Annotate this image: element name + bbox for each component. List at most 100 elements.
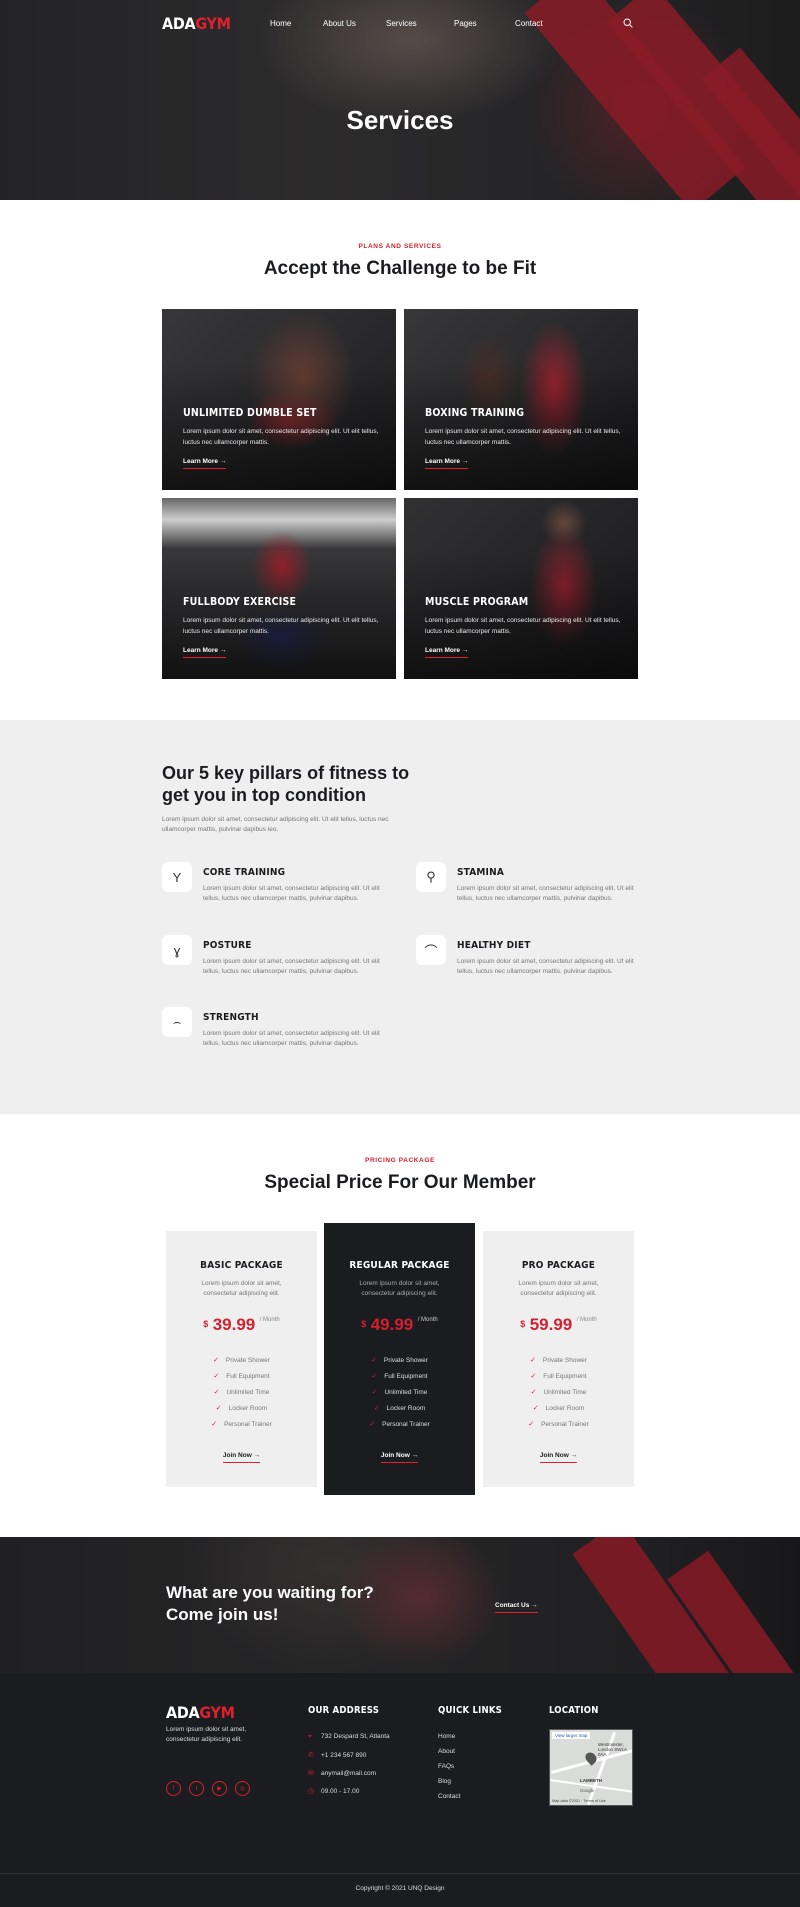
pricing-card-basic: BASIC PACKAGE Lorem ipsum dolor sit amet… (166, 1231, 317, 1487)
price-amount: 59.99 (529, 1315, 573, 1334)
nav-item-pages[interactable]: Pages (454, 19, 477, 28)
phone-line[interactable]: ✆ +1 234 567 890 (308, 1751, 366, 1759)
plan-feature: ✓ Full Equipment (166, 1372, 317, 1380)
footer-link-home[interactable]: Home (438, 1733, 455, 1740)
search-icon[interactable] (623, 18, 633, 28)
arrow-right-icon: → (219, 647, 227, 654)
plan-feature: ✓ Private Shower (324, 1356, 475, 1364)
nav-item-contact[interactable]: Contact (515, 19, 543, 28)
plan-desc: Lorem ipsum dolor sit amet, consectetur … (201, 1280, 282, 1297)
footer-logo[interactable]: ADAGYM (166, 1703, 235, 1722)
learn-more-link[interactable]: Learn More → (425, 647, 469, 658)
stamina-icon: ⚲ (416, 862, 446, 892)
map-area-label: LAMBETH (580, 1778, 602, 1783)
email-icon: ✉ (308, 1770, 314, 1777)
email-line[interactable]: ✉ anymail@mail.com (308, 1769, 376, 1777)
service-card[interactable]: UNLIMITED DUMBLE SET Lorem ipsum dolor s… (162, 309, 396, 490)
arrow-right-icon: → (570, 1452, 578, 1459)
service-card[interactable]: MUSCLE PROGRAM Lorem ipsum dolor sit ame… (404, 498, 638, 679)
price-currency: $ (203, 1319, 209, 1329)
plan-feature: ✓ Full Equipment (483, 1372, 634, 1380)
twitter-icon[interactable]: t (189, 1781, 204, 1796)
nav-item-about-us[interactable]: About Us (323, 19, 356, 28)
plan-feature: ✓ Unlimited Time (166, 1388, 317, 1396)
phone-text: +1 234 567 890 (321, 1752, 367, 1759)
contact-us-button[interactable]: Contact Us → (495, 1602, 538, 1613)
plan-name: PRO PACKAGE (521, 1260, 596, 1271)
hours-text: 09.00 - 17.00 (321, 1788, 360, 1795)
check-icon: ✓ (371, 1373, 378, 1380)
plan-feature: ✓ Personal Trainer (166, 1420, 317, 1428)
learn-more-link[interactable]: Learn More → (183, 458, 227, 469)
price-amount: 39.99 (212, 1315, 256, 1334)
join-now-button[interactable]: Join Now → (483, 1452, 634, 1463)
logo-ada: ADA (166, 1703, 200, 1722)
learn-more-link[interactable]: Learn More → (425, 458, 469, 469)
plan-feature: ✓ Full Equipment (324, 1372, 475, 1380)
check-icon: ✓ (371, 1389, 378, 1396)
pillar-desc: Lorem ipsum dolor sit amet, consectetur … (203, 958, 380, 975)
logo-gym: GYM (199, 1703, 235, 1722)
footer-link-about[interactable]: About (438, 1748, 455, 1755)
check-icon: ✓ (215, 1405, 222, 1412)
facebook-icon[interactable]: f (166, 1781, 181, 1796)
copyright: Copyright © 2021 UNQ Design (355, 1885, 445, 1892)
instagram-icon[interactable]: ◎ (235, 1781, 250, 1796)
plan-feature: ✓ Locker Room (324, 1404, 475, 1412)
address-text: 732 Despard St, Atlanta (321, 1733, 390, 1740)
service-card-desc: Lorem ipsum dolor sit amet, consectetur … (183, 428, 379, 446)
address-heading: OUR ADDRESS (308, 1705, 380, 1716)
service-card-title: FULLBODY EXERCISE (183, 596, 297, 608)
check-icon: ✓ (211, 1421, 218, 1428)
clock-icon: ◷ (308, 1788, 315, 1795)
plan-feature: ✓ Unlimited Time (483, 1388, 634, 1396)
feature-label: Unlimited Time (384, 1389, 428, 1396)
arrow-right-icon: → (531, 1602, 538, 1609)
plan-name: REGULAR PACKAGE (349, 1260, 450, 1271)
service-card-desc: Lorem ipsum dolor sit amet, consectetur … (425, 428, 621, 446)
pillar-desc: Lorem ipsum dolor sit amet, consectetur … (457, 958, 634, 975)
hours-line: ◷ 09.00 - 17.00 (308, 1787, 359, 1795)
pricing-section: PRICING PACKAGE Special Price For Our Me… (0, 1114, 800, 1537)
footer-link-blog[interactable]: Blog (438, 1778, 451, 1785)
check-icon: ✓ (373, 1405, 380, 1412)
google-label: Google (580, 1788, 595, 1793)
nav-item-home[interactable]: Home (270, 19, 291, 28)
location-map[interactable]: View larger map Westminster, London SW1A… (549, 1729, 633, 1806)
footer-link-faqs[interactable]: FAQs (438, 1763, 454, 1770)
feature-label: Full Equipment (543, 1373, 587, 1380)
footer-desc: Lorem ipsum dolor sit amet, consectetur … (166, 1726, 247, 1743)
location-icon: ⌖ (308, 1733, 312, 1740)
learn-more-label: Learn More (183, 458, 219, 465)
plan-price: $ 39.99 / Month (166, 1315, 317, 1335)
join-now-button[interactable]: Join Now → (324, 1452, 475, 1463)
check-icon: ✓ (213, 1389, 220, 1396)
nav-item-services[interactable]: Services (386, 19, 417, 28)
logo-gym: GYM (195, 14, 231, 33)
hero-section: ADAGYM Home About Us Services Pages Cont… (0, 0, 800, 200)
services-title: Accept the Challenge to be Fit (263, 258, 537, 279)
arrow-right-icon: → (411, 1452, 419, 1459)
feature-label: Unlimited Time (226, 1389, 270, 1396)
view-larger-map-link[interactable]: View larger map (552, 1732, 591, 1739)
join-now-label: Join Now (539, 1452, 569, 1459)
pillars-section: Our 5 key pillars of fitness to get you … (0, 720, 800, 1114)
arrow-right-icon: → (461, 458, 469, 465)
service-card-title: BOXING TRAINING (425, 407, 525, 419)
join-now-button[interactable]: Join Now → (166, 1452, 317, 1463)
plan-feature: ✓ Personal Trainer (483, 1420, 634, 1428)
cta-heading-line1: What are you waiting for? (166, 1583, 374, 1602)
main-nav: ADAGYM Home About Us Services Pages Cont… (0, 0, 800, 48)
healthy-diet-icon: ⌒ (416, 935, 446, 965)
check-icon: ✓ (530, 1357, 536, 1364)
plan-feature: ✓ Personal Trainer (324, 1420, 475, 1428)
footer-link-contact[interactable]: Contact (438, 1793, 460, 1800)
logo[interactable]: ADAGYM (162, 14, 231, 33)
youtube-icon[interactable]: ▶ (212, 1781, 227, 1796)
pillar-desc: Lorem ipsum dolor sit amet, consectetur … (203, 1030, 380, 1047)
service-card[interactable]: FULLBODY EXERCISE Lorem ipsum dolor sit … (162, 498, 396, 679)
service-card-desc: Lorem ipsum dolor sit amet, consectetur … (183, 617, 379, 635)
service-card[interactable]: BOXING TRAINING Lorem ipsum dolor sit am… (404, 309, 638, 490)
core-training-icon: Y (162, 862, 192, 892)
learn-more-link[interactable]: Learn More → (183, 647, 227, 658)
